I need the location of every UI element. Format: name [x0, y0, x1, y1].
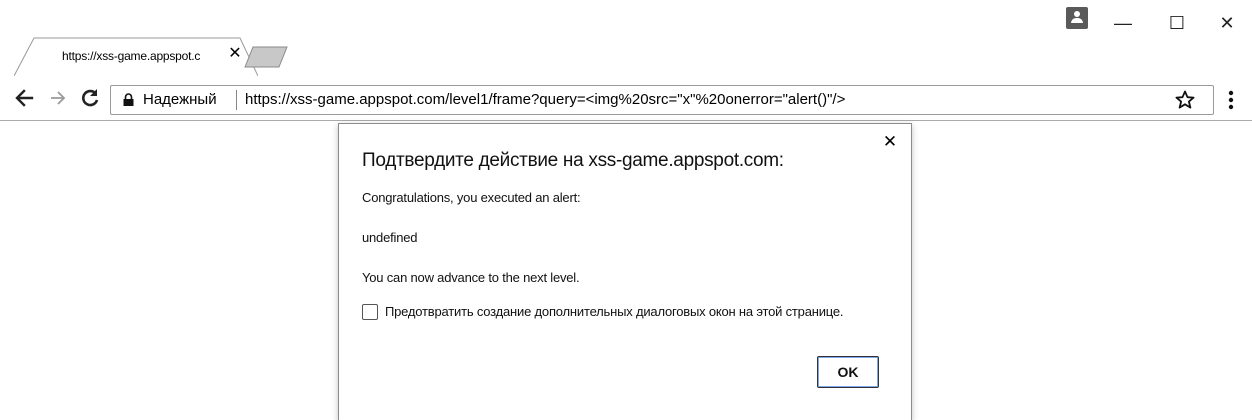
- suppress-dialogs-checkbox[interactable]: [362, 304, 378, 320]
- address-bar[interactable]: Надежный https://xss-game.appspot.com/le…: [110, 85, 1214, 115]
- dialog-message-advance: You can now advance to the next level.: [362, 270, 580, 285]
- window-close-icon[interactable]: ✕: [1210, 8, 1244, 38]
- bookmark-star-icon[interactable]: [1175, 90, 1195, 110]
- reload-icon: [82, 89, 99, 107]
- tab-title: https://xss-game.appspot.c: [62, 49, 201, 63]
- dialog-title: Подтвердите действие на xss-game.appspot…: [362, 150, 784, 171]
- maximize-icon[interactable]: ☐: [1160, 8, 1194, 38]
- tab-active[interactable]: https://xss-game.appspot.c ✕: [14, 36, 258, 77]
- profile-icon[interactable]: [1066, 7, 1088, 29]
- url-separator: [236, 90, 237, 110]
- toolbar: Надежный https://xss-game.appspot.com/le…: [0, 76, 1252, 121]
- new-tab-icon: [244, 46, 288, 68]
- secure-label[interactable]: Надежный: [143, 91, 217, 108]
- dialog-message-line: Congratulations, you executed an alert:: [362, 190, 581, 205]
- forward-arrow-icon: [51, 91, 66, 105]
- alert-dialog: ✕ Подтвердите действие на xss-game.appsp…: [338, 123, 912, 420]
- ok-button[interactable]: OK: [817, 356, 879, 388]
- suppress-dialogs-label[interactable]: Предотвратить создание дополнительных ди…: [385, 304, 844, 319]
- tab-close-icon[interactable]: ✕: [227, 45, 243, 63]
- dialog-close-icon[interactable]: ✕: [881, 132, 899, 152]
- back-arrow-icon: [15, 89, 34, 107]
- minimize-icon[interactable]: —: [1106, 8, 1140, 38]
- back-button[interactable]: [12, 86, 36, 110]
- reload-button[interactable]: [78, 86, 102, 110]
- new-tab-button[interactable]: [244, 46, 288, 68]
- dialog-message-value: undefined: [362, 230, 418, 245]
- url-text[interactable]: https://xss-game.appspot.com/level1/fram…: [245, 91, 845, 108]
- lock-icon: [123, 93, 134, 106]
- forward-button[interactable]: [46, 86, 70, 110]
- menu-dots-icon[interactable]: [1226, 89, 1236, 111]
- title-bar: https://xss-game.appspot.c ✕ — ☐ ✕: [0, 0, 1252, 77]
